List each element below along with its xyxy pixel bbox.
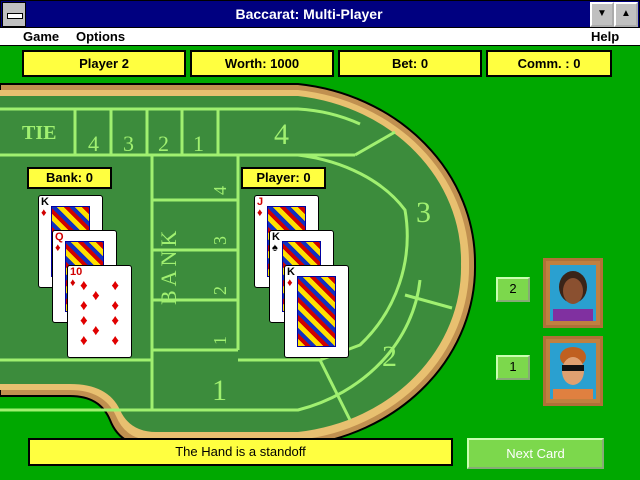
diamond-icon: ♦ xyxy=(55,242,61,254)
diamond-icon: ♦ xyxy=(257,207,263,219)
king-face-icon xyxy=(297,276,336,347)
man-sunglasses-portrait-icon[interactable] xyxy=(543,336,603,406)
spade-icon: ♠ xyxy=(272,242,278,254)
zone-number-4[interactable]: 4 xyxy=(274,118,289,151)
bank-score-box: Bank: 0 xyxy=(27,167,112,189)
next-card-button[interactable]: Next Card xyxy=(467,438,604,469)
seat-1-button[interactable]: 1 xyxy=(496,355,530,380)
ten-of-diamonds-pips-icon: ♦ ♦ ♦ ♦ ♦ ♦ ♦ ♦ ♦ ♦ xyxy=(80,277,119,349)
status-message: The Hand is a standoff xyxy=(28,438,453,466)
player-score-box: Player: 0 xyxy=(241,167,326,189)
zone-number-3[interactable]: 3 xyxy=(416,196,431,229)
tie-label: TIE xyxy=(22,122,56,144)
bank-number-3[interactable]: 3 xyxy=(210,236,230,245)
diamond-icon: ♦ xyxy=(70,277,76,289)
tie-number-3[interactable]: 3 xyxy=(123,131,134,156)
zone-number-1[interactable]: 1 xyxy=(212,374,227,407)
woman-portrait-icon[interactable] xyxy=(543,258,603,328)
seat-2-button[interactable]: 2 xyxy=(496,277,530,302)
bank-number-2[interactable]: 2 xyxy=(210,286,230,295)
tie-number-2[interactable]: 2 xyxy=(158,131,169,156)
tie-number-1[interactable]: 1 xyxy=(193,131,204,156)
diamond-icon: ♦ xyxy=(41,207,47,219)
zone-number-2[interactable]: 2 xyxy=(382,340,397,373)
bank-card-3: 10 ♦ ♦ ♦ ♦ ♦ ♦ ♦ ♦ ♦ ♦ ♦ xyxy=(67,265,132,358)
player-card-3: K ♦ xyxy=(284,265,349,358)
bank-label: BANK xyxy=(156,227,181,305)
tie-number-4[interactable]: 4 xyxy=(88,131,99,156)
bank-number-1[interactable]: 1 xyxy=(210,336,230,345)
bank-number-4[interactable]: 4 xyxy=(210,186,230,195)
diamond-icon: ♦ xyxy=(287,277,293,289)
